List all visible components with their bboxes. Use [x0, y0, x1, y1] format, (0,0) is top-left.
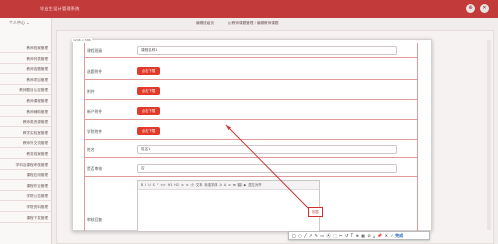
screenshot-tool-icon[interactable]: ⊘ [367, 233, 370, 238]
screenshot-tool-icon[interactable]: ✂ [339, 233, 342, 238]
screenshot-tool-icon[interactable]: ✎ [315, 233, 318, 238]
screenshot-toolbar: □ ○ ╱ ↗ ✎ ▭ Ⓐ ⬚ ✂ ↺ T ⊕ ▦ ⊘ ⤓ 📌 ✕ ✓ 完成 [288, 231, 430, 240]
reply-highlight-box: 回答 [308, 207, 323, 217]
arrow-line [225, 124, 311, 211]
screenshot-tool-icon[interactable]: ⬚ [333, 233, 337, 238]
screenshot-tool-icon[interactable]: 📌 [377, 233, 382, 238]
screenshot-tool-icon[interactable]: ✕ [385, 233, 388, 238]
screenshot-tool-icon[interactable]: ○ [298, 233, 302, 238]
screenshot-tool-icon[interactable]: ⊕ [355, 233, 358, 238]
screenshot-tool-icon[interactable]: Ⓐ [327, 233, 331, 238]
screenshot-tool-icon[interactable]: ▭ [320, 233, 324, 238]
screenshot-tool-icon[interactable]: ⤓ [373, 233, 375, 238]
screenshot-tool-icon[interactable]: ╱ [304, 233, 306, 238]
screenshot-tool-icon[interactable]: T [351, 233, 353, 238]
screenshot-tool-icon[interactable]: □ [292, 233, 296, 238]
screenshot-tool-icon[interactable]: ↺ [345, 233, 348, 238]
screenshot-tool-icon[interactable]: ↗ [309, 233, 312, 238]
screenshot-tool-icon[interactable]: ▦ [361, 233, 365, 238]
done-button[interactable]: ✓ 完成 [390, 233, 403, 238]
annotation-arrow [225, 124, 311, 211]
